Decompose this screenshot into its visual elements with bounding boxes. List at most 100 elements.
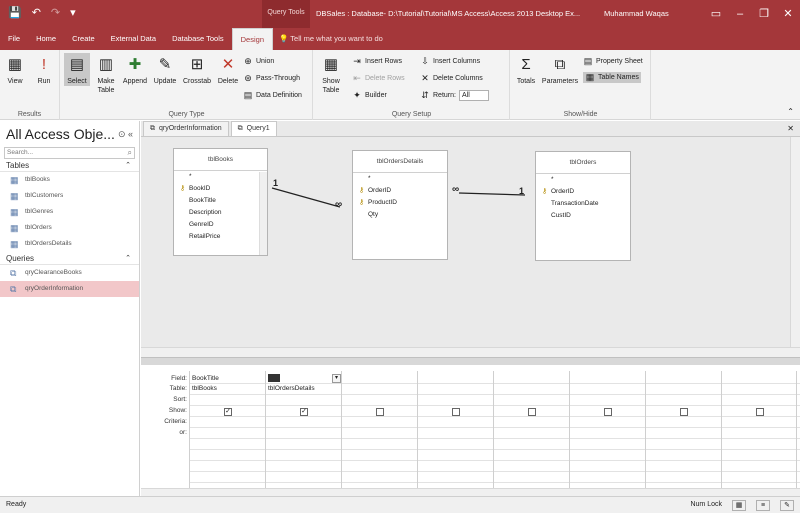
insert-columns-button[interactable]: ⇩ Insert Columns	[420, 56, 480, 67]
tab-design[interactable]: Design	[231, 28, 273, 50]
redo-icon[interactable]: ↷	[51, 6, 60, 19]
pane-splitter[interactable]	[141, 357, 800, 365]
nav-search-input[interactable]: Search... ⌕	[4, 147, 135, 159]
parameters-button[interactable]: ⧉ Parameters	[541, 53, 579, 86]
field-row[interactable]: *	[353, 173, 447, 185]
grid-field-cell-selected[interactable]	[268, 374, 280, 382]
delete-query-button[interactable]: ✕ Delete	[215, 53, 241, 86]
undo-icon[interactable]: ↶	[32, 6, 41, 19]
nav-item-table[interactable]: ▦ tblGenres	[0, 204, 139, 220]
grid-horizontal-scrollbar[interactable]	[141, 488, 800, 496]
show-checkbox[interactable]	[756, 408, 764, 416]
show-checkbox[interactable]	[680, 408, 688, 416]
show-checkbox[interactable]	[376, 408, 384, 416]
field-list-title[interactable]: tblBooks	[174, 149, 267, 171]
tab-home[interactable]: Home	[28, 28, 64, 50]
sql-view-icon[interactable]: ≡	[756, 499, 770, 511]
close-icon[interactable]: ✕	[776, 0, 800, 28]
field-row[interactable]: GenreID	[174, 219, 267, 231]
field-row[interactable]: Description	[174, 207, 267, 219]
nav-section-queries[interactable]: Queries ⌃	[0, 252, 139, 265]
tell-me-box[interactable]: 💡 Tell me what you want to do	[279, 28, 383, 50]
field-list-title[interactable]: tblOrdersDetails	[353, 151, 447, 173]
nav-item-table[interactable]: ▦ tblOrders	[0, 220, 139, 236]
nav-item-table[interactable]: ▦ tblBooks	[0, 172, 139, 188]
show-checkbox[interactable]	[604, 408, 612, 416]
nav-header[interactable]: All Access Obje... ⊙ «	[0, 121, 139, 147]
minimize-icon[interactable]: –	[728, 0, 752, 28]
grid-column[interactable]	[645, 371, 721, 491]
union-button[interactable]: ⊕ Union	[243, 56, 274, 67]
field-list-scrollbar[interactable]	[259, 172, 267, 255]
run-button[interactable]: ! Run	[32, 53, 56, 86]
return-select[interactable]: All	[458, 90, 489, 101]
grid-column[interactable]	[721, 371, 797, 491]
show-checkbox[interactable]	[528, 408, 536, 416]
doc-tab-query1[interactable]: ⧉ Query1	[230, 121, 277, 136]
field-row[interactable]: ⚷ OrderID	[353, 185, 447, 197]
show-checkbox[interactable]: ✓	[224, 408, 232, 416]
tab-create[interactable]: Create	[64, 28, 103, 50]
collapse-ribbon-icon[interactable]: ⌃	[787, 107, 794, 116]
select-query-button[interactable]: ▤ Select	[64, 53, 90, 86]
grid-column[interactable]	[341, 371, 417, 491]
tab-file[interactable]: File	[0, 28, 28, 50]
grid-column[interactable]: BookTitle tblBooks ✓	[189, 371, 265, 491]
delete-columns-button[interactable]: ✕ Delete Columns	[420, 73, 483, 84]
grid-column[interactable]: ▾ tblOrdersDetails ✓	[265, 371, 341, 491]
pass-through-button[interactable]: ⊛ Pass-Through	[243, 73, 300, 84]
design-horizontal-scrollbar[interactable]	[141, 347, 800, 357]
field-row[interactable]: ⚷ ProductID	[353, 197, 447, 209]
nav-section-tables[interactable]: Tables ⌃	[0, 159, 139, 172]
tab-database-tools[interactable]: Database Tools	[164, 28, 232, 50]
field-dropdown-icon[interactable]: ▾	[332, 374, 341, 383]
nav-item-query-selected[interactable]: ⧉ qryOrderInformation	[0, 281, 139, 297]
field-row[interactable]: RetailPrice	[174, 231, 267, 243]
field-list-tblordersdetails[interactable]: tblOrdersDetails * ⚷ OrderID ⚷ ProductID Q…	[352, 150, 448, 260]
data-definition-button[interactable]: ▤ Data Definition	[243, 90, 302, 101]
doc-tab-qryorderinformation[interactable]: ⧉ qryOrderInformation	[143, 121, 229, 136]
nav-menu-icon[interactable]: ⊙ «	[118, 129, 133, 140]
grid-column[interactable]	[569, 371, 645, 491]
insert-rows-button[interactable]: ⇥ Insert Rows	[352, 56, 402, 67]
ribbon-display-icon[interactable]: ▭	[704, 0, 728, 28]
design-vertical-scrollbar[interactable]	[790, 137, 800, 357]
crosstab-button[interactable]: ⊞ Crosstab	[181, 53, 213, 86]
field-list-tblbooks[interactable]: tblBooks * ⚷ BookID BookTitle Description…	[173, 148, 268, 256]
save-icon[interactable]: 💾	[8, 6, 22, 19]
update-button[interactable]: ✎ Update	[151, 53, 179, 86]
field-row[interactable]: *	[536, 174, 630, 186]
datasheet-view-icon[interactable]: ▦	[732, 499, 746, 511]
grid-column[interactable]	[417, 371, 493, 491]
user-name[interactable]: Muhammad Waqas	[604, 9, 669, 18]
nav-item-table[interactable]: ▦ tblOrdersDetails	[0, 236, 139, 252]
field-row[interactable]: BookTitle	[174, 195, 267, 207]
property-sheet-button[interactable]: ▤ Property Sheet	[583, 56, 643, 67]
grid-column[interactable]	[493, 371, 569, 491]
nav-item-query[interactable]: ⧉ qryClearanceBooks	[0, 265, 139, 281]
show-checkbox[interactable]: ✓	[300, 408, 308, 416]
customize-qat-icon[interactable]: ▾	[70, 6, 76, 19]
show-checkbox[interactable]	[452, 408, 460, 416]
field-list-tblorders[interactable]: tblOrders * ⚷ OrderID TransactionDate Cus…	[535, 151, 631, 261]
field-row[interactable]: CustID	[536, 210, 630, 222]
table-names-button[interactable]: ▦ Table Names	[583, 72, 641, 83]
grid-table-cell[interactable]: tblBooks	[192, 385, 217, 392]
grid-table-cell[interactable]: tblOrdersDetails	[268, 385, 315, 392]
close-document-icon[interactable]: ✕	[787, 121, 794, 136]
grid-field-cell[interactable]: BookTitle	[192, 375, 219, 382]
maximize-icon[interactable]: ❐	[752, 0, 776, 28]
append-button[interactable]: ✚ Append	[121, 53, 149, 86]
field-row[interactable]: ⚷ OrderID	[536, 186, 630, 198]
delete-rows-button[interactable]: ⇤ Delete Rows	[352, 73, 404, 84]
nav-item-table[interactable]: ▦ tblCustomers	[0, 188, 139, 204]
make-table-button[interactable]: ▥ Make Table	[93, 53, 119, 95]
tab-external-data[interactable]: External Data	[103, 28, 164, 50]
totals-button[interactable]: Σ Totals	[513, 53, 539, 86]
view-button[interactable]: ▦ View	[3, 53, 27, 86]
design-view-icon[interactable]: ✎	[780, 499, 794, 511]
field-row[interactable]: Qty	[353, 209, 447, 221]
field-row[interactable]: TransactionDate	[536, 198, 630, 210]
field-row[interactable]: ⚷ BookID	[174, 183, 267, 195]
builder-button[interactable]: ✦ Builder	[352, 90, 387, 101]
